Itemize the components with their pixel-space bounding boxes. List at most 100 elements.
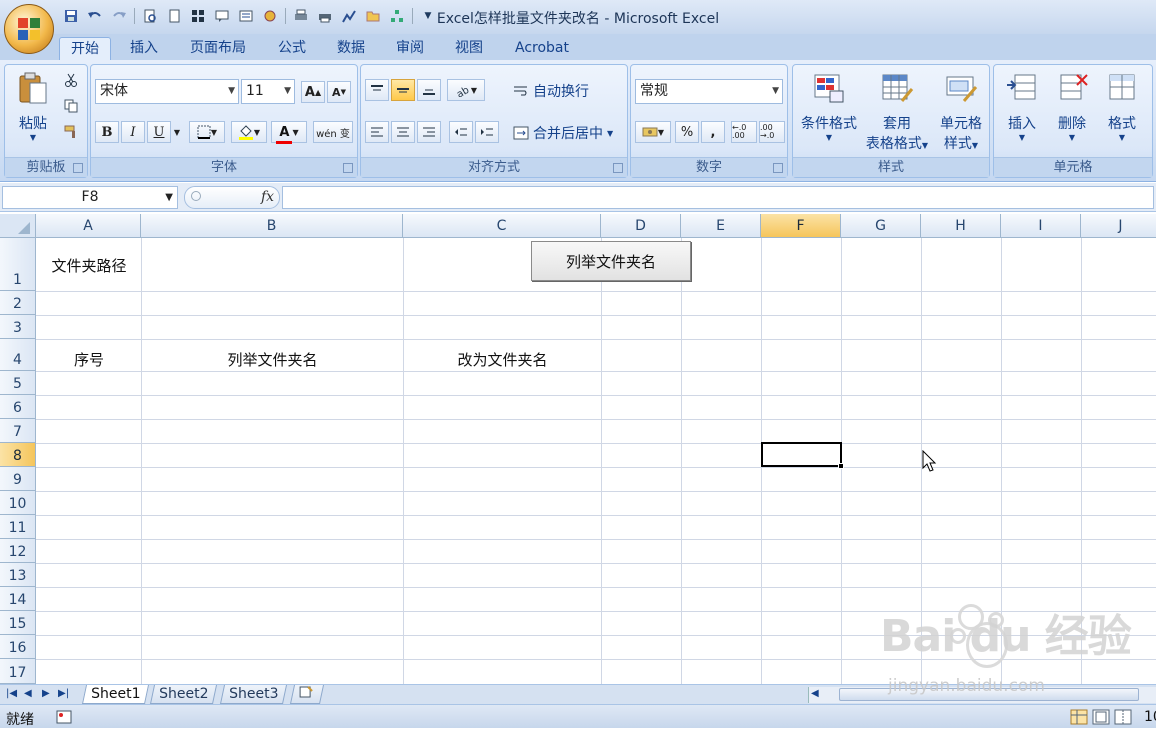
format-painter-icon[interactable]	[59, 121, 83, 143]
align-middle-icon[interactable]	[391, 79, 415, 101]
underline-button[interactable]: U	[147, 121, 171, 143]
comment-icon[interactable]	[211, 6, 233, 26]
italic-button[interactable]: I	[121, 121, 145, 143]
formula-input[interactable]	[282, 186, 1154, 209]
page-layout-view-icon[interactable]	[1092, 709, 1110, 725]
decrease-indent-icon[interactable]	[449, 121, 473, 143]
active-cell-F8[interactable]	[761, 442, 842, 467]
formula-bar-handle-icon[interactable]	[191, 191, 201, 201]
insert-function-button[interactable]: fx	[261, 189, 274, 205]
page-break-view-icon[interactable]	[1114, 709, 1132, 725]
cut-icon[interactable]	[59, 69, 83, 91]
tab-view[interactable]: 视图	[445, 37, 493, 60]
format-as-table-button[interactable]: 套用 表格格式▼	[863, 71, 931, 153]
sheet-tab-1[interactable]: Sheet1	[81, 685, 150, 704]
tab-data[interactable]: 数据	[327, 37, 375, 60]
cell-styles-button[interactable]: 单元格 样式▼	[933, 71, 989, 153]
open-folder-icon[interactable]	[362, 6, 384, 26]
alignment-dialog-launcher[interactable]	[613, 163, 623, 173]
currency-button[interactable]: ▼	[635, 121, 671, 143]
fill-color-button[interactable]: ▼	[231, 121, 267, 143]
last-sheet-icon[interactable]: ▶|	[58, 688, 69, 699]
horizontal-scrollbar[interactable]: ◀	[808, 687, 1156, 703]
redo-icon[interactable]	[108, 6, 130, 26]
delete-cells-button[interactable]: 删除 ▼	[1048, 71, 1096, 142]
align-left-icon[interactable]	[365, 121, 389, 143]
grid-icon[interactable]	[187, 6, 209, 26]
tab-page-layout[interactable]: 页面布局	[180, 37, 256, 60]
tab-home[interactable]: 开始	[59, 37, 111, 60]
row-header-9[interactable]: 9	[0, 467, 36, 491]
grow-font-button[interactable]: A ▲	[301, 81, 325, 103]
bold-button[interactable]: B	[95, 121, 119, 143]
select-all-button[interactable]	[0, 214, 36, 238]
worksheet-grid[interactable]: ABCDEFGHIJ 1 2 3 4 5 6 7 8 9 10 11 12 13 14 15 16 17 文件夹…	[0, 214, 1156, 684]
row-header-3[interactable]: 3	[0, 315, 36, 339]
form-icon[interactable]	[235, 6, 257, 26]
font-dialog-launcher[interactable]	[343, 163, 353, 173]
conditional-formatting-button[interactable]: 条件格式 ▼	[797, 71, 861, 142]
tree-icon[interactable]	[386, 6, 408, 26]
font-color-button[interactable]: A ▼	[271, 121, 307, 144]
merge-center-button[interactable]: 合并后居中 ▼	[513, 123, 613, 143]
horizontal-scroll-thumb[interactable]	[839, 688, 1139, 701]
office-button[interactable]	[4, 4, 54, 54]
print-icon[interactable]	[290, 6, 312, 26]
tab-acrobat[interactable]: Acrobat	[504, 37, 580, 60]
decrease-decimal-button[interactable]: .00 →.0	[759, 121, 785, 143]
row-header-7[interactable]: 7	[0, 419, 36, 443]
shrink-font-button[interactable]: A ▼	[327, 81, 351, 103]
row-header-6[interactable]: 6	[0, 395, 36, 419]
column-header-I[interactable]: I	[1001, 214, 1081, 238]
borders-button[interactable]: ▼	[189, 121, 225, 143]
row-header-16[interactable]: 16	[0, 635, 36, 659]
align-right-icon[interactable]	[417, 121, 441, 143]
increase-indent-icon[interactable]	[475, 121, 499, 143]
column-header-G[interactable]: G	[841, 214, 921, 238]
row-header-5[interactable]: 5	[0, 371, 36, 395]
row-header-17[interactable]: 17	[0, 659, 36, 684]
row-header-12[interactable]: 12	[0, 539, 36, 563]
save-icon[interactable]	[60, 6, 82, 26]
paste-button[interactable]: 粘贴 ▼	[11, 71, 55, 142]
column-header-F[interactable]: F	[761, 214, 841, 238]
column-header-E[interactable]: E	[681, 214, 761, 238]
align-top-icon[interactable]	[365, 79, 389, 101]
clipboard-dialog-launcher[interactable]	[73, 163, 83, 173]
new-document-icon[interactable]	[163, 6, 185, 26]
scroll-left-icon[interactable]: ◀	[811, 688, 819, 699]
quick-print-icon[interactable]	[314, 6, 336, 26]
sheet-tab-3[interactable]: Sheet3	[219, 685, 288, 704]
fill-handle[interactable]	[838, 463, 844, 469]
row-header-2[interactable]: 2	[0, 291, 36, 315]
number-format-combo[interactable]: 常规 ▼	[635, 79, 783, 104]
print-preview-icon[interactable]	[139, 6, 161, 26]
cell-C4[interactable]: 改为文件夹名	[404, 347, 601, 371]
orientation-button[interactable]: ab ▼	[447, 79, 485, 101]
column-header-J[interactable]: J	[1081, 214, 1156, 238]
row-header-14[interactable]: 14	[0, 587, 36, 611]
align-center-icon[interactable]	[391, 121, 415, 143]
normal-view-icon[interactable]	[1070, 709, 1088, 725]
tab-review[interactable]: 审阅	[386, 37, 434, 60]
zoom-level[interactable]: 10	[1144, 709, 1156, 725]
macro-icon[interactable]	[259, 6, 281, 26]
first-sheet-icon[interactable]: |◀	[6, 688, 17, 699]
copy-icon[interactable]	[59, 95, 83, 117]
insert-sheet-button[interactable]	[289, 685, 325, 704]
name-box[interactable]: F8 ▼	[2, 186, 178, 209]
wrap-text-button[interactable]: 自动换行	[513, 81, 589, 101]
row-header-4[interactable]: 4	[0, 339, 36, 371]
increase-decimal-button[interactable]: ←.0 .00	[731, 121, 757, 143]
column-header-H[interactable]: H	[921, 214, 1001, 238]
column-header-C[interactable]: C	[403, 214, 601, 238]
row-header-11[interactable]: 11	[0, 515, 36, 539]
number-dialog-launcher[interactable]	[773, 163, 783, 173]
align-bottom-icon[interactable]	[417, 79, 441, 101]
customize-qat-icon[interactable]: ▼	[417, 6, 439, 26]
insert-cells-button[interactable]: 插入 ▼	[998, 71, 1046, 142]
list-folders-macro-button[interactable]: 列举文件夹名	[531, 241, 691, 281]
row-header-10[interactable]: 10	[0, 491, 36, 515]
column-header-A[interactable]: A	[36, 214, 141, 238]
tab-formulas[interactable]: 公式	[268, 37, 316, 60]
